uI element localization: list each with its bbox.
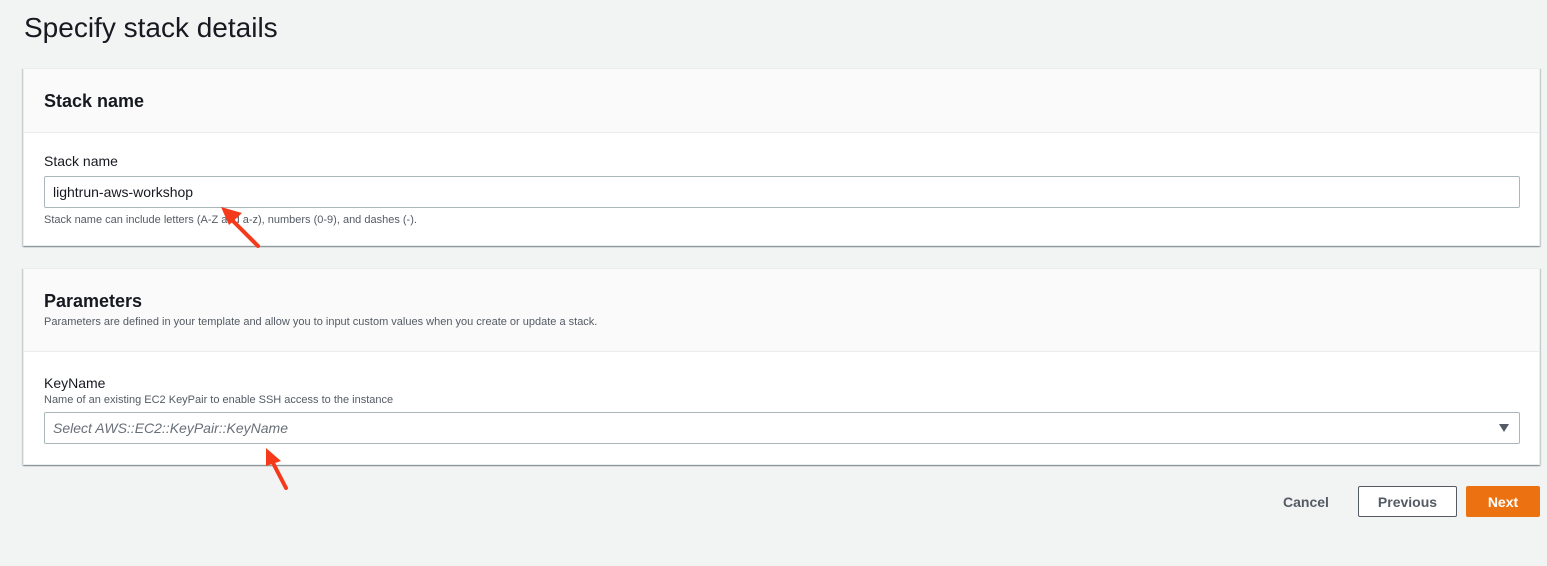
parameters-panel-header: Parameters Parameters are defined in you…: [24, 269, 1539, 352]
parameters-panel: Parameters Parameters are defined in you…: [23, 268, 1540, 465]
stack-name-label: Stack name: [44, 153, 118, 169]
previous-button[interactable]: Previous: [1358, 486, 1457, 517]
next-button[interactable]: Next: [1466, 486, 1540, 517]
keyname-description: Name of an existing EC2 KeyPair to enabl…: [44, 394, 394, 406]
page-title: Specify stack details: [24, 12, 278, 43]
keyname-label: KeyName: [44, 375, 106, 391]
stack-name-panel-header: Stack name: [24, 69, 1539, 133]
annotation-arrow-icon: [221, 207, 260, 248]
parameters-panel-description: Parameters are defined in your template …: [44, 316, 598, 328]
caret-down-icon: [1499, 424, 1509, 432]
keyname-select-placeholder: Select AWS::EC2::KeyPair::KeyName: [53, 420, 288, 436]
annotation-arrow-icon: [266, 448, 288, 490]
cancel-button[interactable]: Cancel: [1272, 486, 1340, 517]
stack-name-panel-title: Stack name: [44, 91, 145, 111]
parameters-panel-body: KeyName Name of an existing EC2 KeyPair …: [24, 352, 1539, 444]
parameters-panel-title: Parameters: [44, 291, 143, 311]
keyname-select[interactable]: Select AWS::EC2::KeyPair::KeyName: [44, 412, 1520, 444]
